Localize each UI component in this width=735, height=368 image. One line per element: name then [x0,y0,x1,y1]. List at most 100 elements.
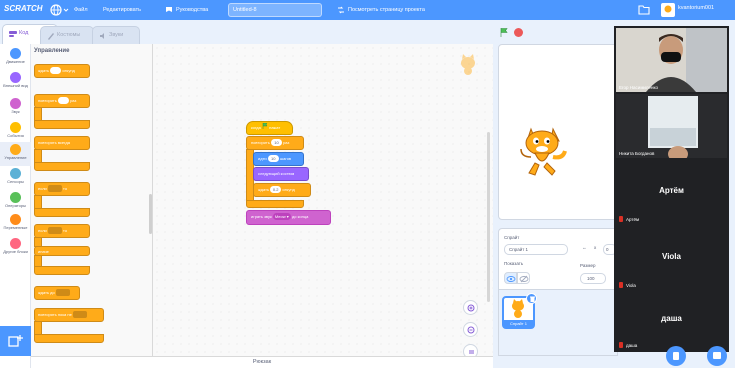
palette-section-title: Управление [34,48,70,54]
category-events[interactable]: События [0,120,31,144]
block-repeat[interactable]: повторить раз [34,94,90,108]
participant-video-tile[interactable]: Егор Насимиленко [616,28,727,92]
block-repeat-label: повторить [38,98,57,103]
mic-muted-icon [619,342,623,348]
block-repeat-until[interactable]: повторять пока не [34,308,104,322]
zoom-in-button[interactable] [463,300,478,315]
scratch-logo[interactable]: SCRATCH [4,4,43,16]
block-if-else[interactable]: если то [34,224,90,238]
participant-tile[interactable]: Артём Артём [616,160,727,224]
category-sensing[interactable]: Сенсоры [0,166,31,190]
palette-scrollbar[interactable] [149,194,152,234]
add-extension-button[interactable] [0,326,31,356]
when-flag-clicked-block[interactable]: когда нажат [246,121,293,135]
wait-seconds-input[interactable]: 0.2 [270,186,282,194]
category-label: События [7,133,24,138]
participant-tile[interactable]: даша даша [616,292,727,350]
project-title-input[interactable]: Untitled-8 [228,3,322,17]
category-looks[interactable]: Внешний вид [0,70,31,94]
stage-canvas[interactable] [498,44,618,220]
c-block-foot [34,266,90,275]
category-label: Движение [6,59,25,64]
condition-slot[interactable] [47,185,62,193]
category-control[interactable]: Управление [0,142,31,166]
language-globe-icon[interactable] [49,3,69,17]
category-variables[interactable]: Переменные [0,212,31,236]
backpack-bar[interactable]: Рюкзак [31,356,493,368]
motion-dot-icon [10,48,21,59]
operators-dot-icon [10,192,21,203]
hide-sprite-button[interactable] [517,272,530,284]
block-repeat-until-label: повторять пока не [38,312,72,317]
tutorials-icon [166,7,172,12]
size-input[interactable]: 100 [580,273,606,284]
sound-dropdown[interactable]: Meow ▾ [272,213,291,221]
c-block-arm [34,195,42,209]
block-palette: Управление ждать секунд повторить раз по… [31,44,153,356]
tab-costumes[interactable]: Костюмы [40,26,94,44]
delete-sprite-button[interactable] [526,293,537,304]
tab-sounds-label: Звуки [109,32,124,38]
sprite-name-input[interactable]: Спрайт 1 [504,244,568,255]
move-steps-input[interactable]: 10 [267,155,279,163]
category-label: Переменные [3,225,28,230]
zoom-out-icon [467,326,475,334]
menu-edit[interactable]: Редактировать [103,5,141,15]
brush-icon [48,33,54,40]
green-flag-icon [262,122,268,129]
block-input[interactable] [57,97,69,105]
tab-sounds[interactable]: Звуки [92,26,140,44]
menu-file[interactable]: Файл [74,5,88,15]
block-wait[interactable]: ждать секунд [34,64,90,78]
condition-slot[interactable] [47,227,62,235]
category-sound[interactable]: Звук [0,96,31,120]
participant-video-tile[interactable]: Никита Богданов [616,94,727,158]
block-wait-until[interactable]: ждать до [34,286,80,300]
block-then-label: то [63,228,68,233]
condition-slot[interactable] [55,289,70,297]
size-label: Размер [580,263,596,268]
category-operators[interactable]: Операторы [0,190,31,214]
folder-icon[interactable] [638,4,650,15]
repeat-count-input[interactable]: 10 [270,139,282,147]
events-dot-icon [10,122,21,133]
stage-controls [493,20,618,44]
eye-slash-icon [519,275,529,283]
move-steps-block[interactable]: идти 10 шагов [253,152,304,166]
block-forever[interactable]: повторять всегда [34,136,90,150]
control-dot-icon [10,144,21,155]
stop-button-icon[interactable] [514,28,523,37]
block-wait-label: ждать [38,68,50,73]
show-sprite-button[interactable] [504,272,517,284]
next-costume-block[interactable]: следующий костюм [253,167,309,181]
account-menu[interactable]: kvantorium001 [661,2,735,18]
c-block-foot [34,120,90,129]
choose-backdrop-button[interactable] [707,346,727,366]
repeat-block[interactable]: повторить 10 раз [246,136,304,150]
participant-tile[interactable]: Viola Viola [616,226,727,290]
c-block-foot [34,208,90,217]
green-flag-button-icon[interactable] [500,28,508,37]
choose-sprite-button[interactable] [666,346,686,366]
play-sound-tail-label: до конца [291,214,309,219]
condition-slot[interactable] [72,311,87,319]
block-if-label: если [38,228,47,233]
play-sound-until-done-block[interactable]: играть звук Meow ▾ до конца [246,210,331,225]
block-input[interactable] [50,67,62,75]
show-label: Показать [504,261,524,266]
c-block-arm [34,149,42,163]
menu-tutorials[interactable]: Руководства [165,5,208,15]
next-costume-label: следующий костюм [258,171,295,176]
block-if-then[interactable]: если то [34,182,90,196]
cat-sprite-icon[interactable] [517,123,569,181]
workspace-scrollbar[interactable] [487,132,490,302]
category-motion[interactable]: Движение [0,46,31,70]
code-workspace[interactable]: когда нажат повторить 10 раз идти 10 шаг… [153,44,493,359]
zoom-out-button[interactable] [463,322,478,337]
participant-name: Viola [626,283,636,288]
username: kvantorium001 [678,5,715,11]
mic-muted-icon [619,282,623,288]
wait-block[interactable]: ждать 0.2 секунд [253,183,311,197]
see-project-page-button[interactable]: Посмотреть страницу проекта [337,3,455,17]
category-my-blocks[interactable]: Другие блоки [0,236,31,260]
